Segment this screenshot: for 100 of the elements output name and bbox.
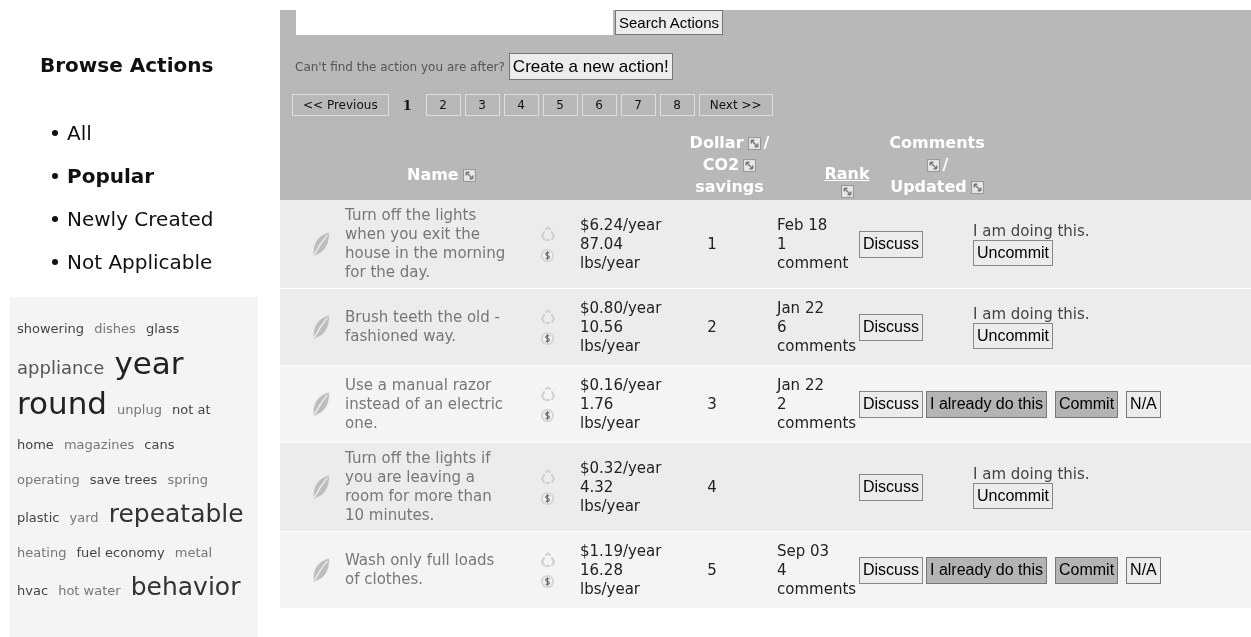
tag-link[interactable]: showering <box>17 321 85 336</box>
tag-link[interactable]: round <box>17 385 107 421</box>
discuss-button[interactable]: Discuss <box>859 473 923 501</box>
column-header: Dollar <box>689 132 744 154</box>
tag-link[interactable]: plastic <box>17 510 60 525</box>
search-button[interactable]: Search Actions <box>615 10 724 35</box>
sort-icon[interactable] <box>970 180 984 194</box>
action-button[interactable]: N/A <box>1126 556 1161 584</box>
uncommit-button[interactable]: Uncommit <box>973 323 1054 349</box>
co2-savings: 87.04 lbs/year <box>580 234 640 273</box>
sidebar-title: Browse Actions <box>40 52 214 79</box>
sidebar-item[interactable]: All <box>67 118 92 148</box>
rank-value: 2 <box>707 317 717 336</box>
column-header: Updated <box>890 176 967 198</box>
tag-link[interactable]: behavior <box>130 572 241 601</box>
page-button[interactable]: 5 <box>542 94 578 116</box>
action-button[interactable]: N/A <box>1126 390 1161 418</box>
discuss-button[interactable]: Discuss <box>859 230 923 258</box>
updated-date: Jan 22 <box>777 298 825 318</box>
sort-icon[interactable] <box>926 158 940 172</box>
commit-status: I am doing this. <box>973 465 1090 483</box>
tag-link[interactable]: heating <box>17 545 67 560</box>
leaf-icon <box>310 473 332 501</box>
bullet-icon <box>52 130 58 136</box>
sidebar-item[interactable]: Newly Created <box>67 204 214 234</box>
tag-link[interactable]: dishes <box>94 321 136 336</box>
co2-savings: 10.56 lbs/year <box>580 317 640 356</box>
search-field[interactable] <box>296 10 613 35</box>
discuss-button[interactable]: Discuss <box>859 390 923 418</box>
sidebar-item[interactable]: Not Applicable <box>67 247 213 277</box>
page-button[interactable]: 7 <box>620 94 656 116</box>
tag-link[interactable]: year <box>114 345 184 381</box>
tag-link[interactable]: home <box>17 437 54 452</box>
page-button[interactable]: 8 <box>659 94 695 116</box>
comment-count[interactable]: 4 comments <box>777 560 857 599</box>
column-header: savings <box>695 176 764 198</box>
dollar-icon <box>540 247 555 263</box>
recycle-icon <box>539 551 556 568</box>
uncommit-button[interactable]: Uncommit <box>973 483 1054 509</box>
leaf-icon <box>310 230 332 258</box>
tag-link[interactable]: hot water <box>58 583 121 598</box>
page-button[interactable]: 6 <box>581 94 617 116</box>
comment-count[interactable]: 6 comments <box>777 317 857 356</box>
comment-count[interactable]: 1 comment <box>777 234 849 273</box>
bullet-icon <box>52 259 58 265</box>
sort-icon[interactable] <box>462 168 476 182</box>
rank-value: 5 <box>707 560 717 579</box>
tag-link[interactable]: hvac <box>17 583 49 598</box>
leaf-icon <box>310 556 332 584</box>
dollar-savings: $0.16/year <box>580 375 663 395</box>
sort-icon[interactable] <box>841 185 854 198</box>
tag-link[interactable]: appliance <box>17 357 105 378</box>
action-name[interactable]: Brush teeth the old -fashioned way. <box>345 308 510 346</box>
sort-icon[interactable] <box>747 136 761 150</box>
page-button[interactable]: 3 <box>464 94 500 116</box>
tag-link[interactable]: metal <box>174 545 213 560</box>
updated-date: Feb 18 <box>777 215 829 235</box>
tag-link[interactable]: cans <box>144 437 175 452</box>
co2-savings: 16.28 lbs/year <box>580 560 640 599</box>
tag-link[interactable]: glass <box>145 321 180 336</box>
dollar-icon <box>540 407 555 423</box>
page-button[interactable]: 4 <box>503 94 539 116</box>
action-button[interactable]: Commit <box>1054 390 1119 418</box>
tag-link[interactable]: operating <box>17 472 80 487</box>
leaf-icon <box>310 390 332 418</box>
action-button[interactable]: I already do this <box>926 556 1047 584</box>
bullet-icon <box>52 173 58 179</box>
dollar-icon <box>540 330 555 346</box>
sidebar-item[interactable]: Popular <box>67 161 155 191</box>
column-header: Comments <box>889 132 985 154</box>
tag-link[interactable]: spring <box>167 472 208 487</box>
tag-link[interactable]: yard <box>69 510 99 525</box>
tag-link[interactable]: magazines <box>63 437 135 452</box>
next-button[interactable]: Next >> <box>698 94 773 116</box>
action-name[interactable]: Turn off the lights if you are leaving a room for more than 10 minutes. <box>345 449 510 525</box>
tag-link[interactable]: save trees <box>89 472 158 487</box>
co2-savings: 4.32 lbs/year <box>580 477 641 516</box>
rank-value: 4 <box>707 477 717 496</box>
previous-button[interactable]: << Previous <box>292 94 389 116</box>
updated-date: Jan 22 <box>777 375 825 395</box>
dollar-icon <box>540 573 555 589</box>
page-button[interactable]: 2 <box>425 94 461 116</box>
comment-count[interactable]: 2 comments <box>777 394 857 433</box>
discuss-button[interactable]: Discuss <box>859 556 923 584</box>
action-name[interactable]: Use a manual razor instead of an electric one. <box>345 375 510 433</box>
tag-link[interactable]: not at <box>172 402 211 417</box>
tag-link[interactable]: unplug <box>117 402 162 417</box>
column-header: / <box>763 132 770 154</box>
discuss-button[interactable]: Discuss <box>859 313 923 341</box>
create-action-button[interactable]: Create a new action! <box>508 53 673 80</box>
sort-icon[interactable] <box>743 158 757 172</box>
action-button[interactable]: I already do this <box>926 390 1047 418</box>
action-name[interactable]: Wash only full loads of clothes. <box>345 551 510 589</box>
column-header: CO2 <box>702 154 740 176</box>
action-name[interactable]: Turn off the lights when you exit the house in the morning for the day. <box>345 206 510 282</box>
page-button[interactable]: 1 <box>392 94 422 116</box>
tag-link[interactable]: repeatable <box>108 499 244 528</box>
action-button[interactable]: Commit <box>1054 556 1119 584</box>
tag-link[interactable]: fuel economy <box>76 545 165 560</box>
uncommit-button[interactable]: Uncommit <box>973 240 1054 266</box>
